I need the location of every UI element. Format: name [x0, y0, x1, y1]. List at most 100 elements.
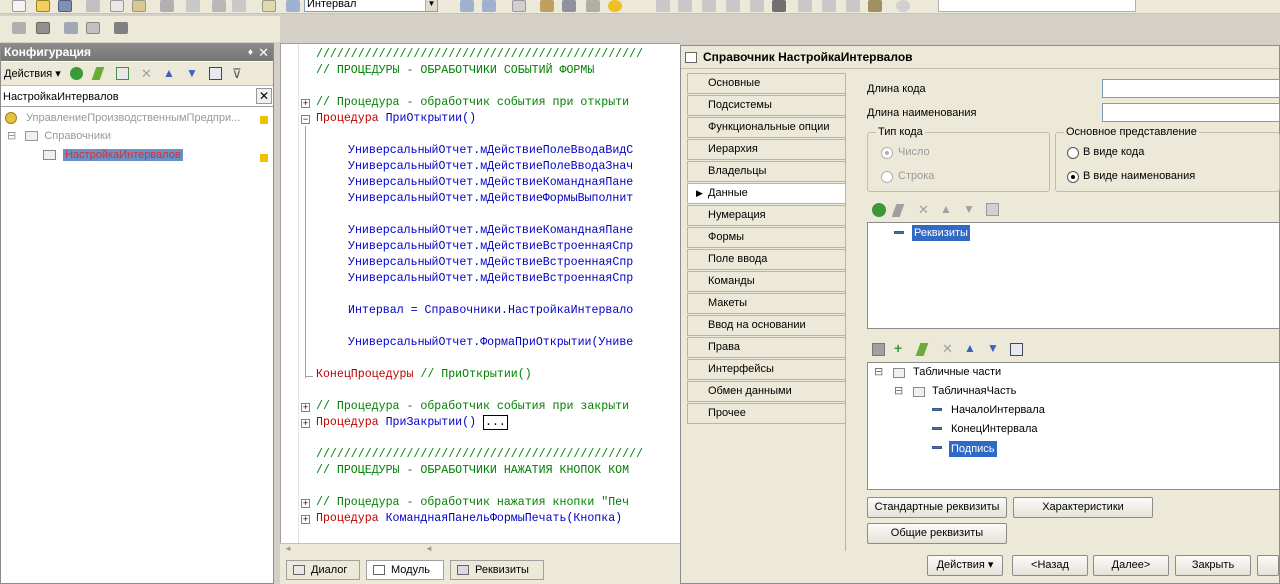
delete-tabular-icon[interactable]: ✕ — [942, 342, 955, 355]
tab-dialog[interactable]: Диалог — [286, 560, 360, 580]
tab-numbering[interactable]: Нумерация — [687, 205, 845, 226]
paste-icon[interactable] — [132, 0, 146, 12]
tabular-attr-label-selected[interactable]: Подпись — [949, 441, 997, 457]
code-editor[interactable]: ////////////////////////////////////////… — [280, 43, 680, 557]
find-icon[interactable] — [262, 0, 276, 12]
expand-icon[interactable]: + — [301, 499, 310, 508]
save-icon[interactable] — [58, 0, 72, 12]
tabular-attr-label[interactable]: НачалоИнтервала — [951, 404, 1045, 416]
edit-tabular-icon[interactable] — [915, 343, 929, 356]
code-length-input[interactable] — [1102, 79, 1280, 98]
tab-functional-options[interactable]: Функциональные опции — [687, 117, 845, 138]
collapse-braces-icon[interactable] — [726, 0, 740, 12]
expand-braces-icon[interactable] — [750, 0, 764, 12]
next-button[interactable]: Далее> — [1093, 555, 1169, 576]
expand-icon[interactable]: + — [301, 403, 310, 412]
storage-icon[interactable] — [186, 0, 200, 12]
scroll-thumb-icon[interactable]: ◄ — [425, 544, 433, 553]
search-next-icon[interactable] — [460, 0, 474, 12]
help-button[interactable] — [1257, 555, 1279, 576]
footer-actions-button[interactable]: Действия ▾ — [927, 555, 1003, 576]
info-icon[interactable] — [608, 0, 622, 12]
list-icon[interactable] — [209, 67, 222, 80]
attributes-list[interactable]: Реквизиты — [867, 222, 1280, 329]
back-button[interactable]: <Назад — [1012, 555, 1088, 576]
run-icon[interactable] — [114, 22, 128, 34]
help-search-input[interactable] — [938, 0, 1136, 12]
common-attributes-button[interactable]: Общие реквизиты — [867, 523, 1007, 544]
radio-as-code[interactable] — [1067, 147, 1079, 159]
tab-interfaces[interactable]: Интерфейсы — [687, 359, 845, 380]
close-icon[interactable]: ✕ — [258, 44, 269, 61]
config-compare-icon[interactable] — [36, 22, 50, 34]
add-tabular-icon[interactable]: + — [894, 341, 907, 355]
collapse-icon[interactable]: − — [301, 115, 310, 124]
edit-attribute-icon[interactable] — [891, 204, 905, 217]
undo-icon[interactable] — [212, 0, 226, 12]
tab-data[interactable]: ▶ Данные — [687, 183, 845, 204]
tab-data-exchange[interactable]: Обмен данными — [687, 381, 845, 402]
move-up-icon[interactable]: ▲ — [163, 67, 176, 80]
scroll-left-icon[interactable]: ◄ — [284, 544, 292, 553]
copy-item-icon[interactable] — [116, 67, 129, 80]
tab-subsystems[interactable]: Подсистемы — [687, 95, 845, 116]
config-open-icon[interactable] — [12, 22, 26, 34]
sort-icon[interactable] — [986, 203, 999, 216]
step-icon[interactable] — [772, 0, 786, 12]
expand-icon[interactable]: + — [301, 419, 310, 428]
tab-other[interactable]: Прочее — [687, 403, 845, 424]
tabular-root-label[interactable]: Табличные части — [913, 366, 1001, 378]
tabular-parts-tree[interactable]: ⊟ Табличные части ⊟ ТабличнаяЧасть Начал… — [867, 362, 1280, 490]
tab-input-field[interactable]: Поле ввода — [687, 249, 845, 270]
tab-forms[interactable]: Формы — [687, 227, 845, 248]
tools-icon[interactable] — [562, 0, 576, 12]
characteristics-button[interactable]: Характеристики — [1013, 497, 1153, 518]
open-icon[interactable] — [36, 0, 50, 12]
add-attribute-icon[interactable] — [872, 203, 886, 217]
wizard-icon[interactable] — [868, 0, 882, 12]
braces-icon[interactable] — [678, 0, 692, 12]
search-combobox[interactable]: Интервал ▼ — [304, 0, 438, 12]
attributes-root-label[interactable]: Реквизиты — [912, 225, 970, 241]
tabular-part-label[interactable]: ТабличнаяЧасть — [932, 385, 1016, 397]
settings-icon[interactable] — [586, 0, 600, 12]
pin-icon[interactable]: ♦ — [248, 44, 253, 61]
tab-basic[interactable]: Основные — [687, 73, 845, 94]
tree-root[interactable]: УправлениеПроизводственнымПредпри... — [5, 109, 240, 127]
table-icon[interactable] — [872, 343, 885, 356]
window-list-icon[interactable] — [798, 0, 812, 12]
actions-menu-button[interactable]: Действия ▾ — [4, 67, 61, 80]
collapse-icon[interactable]: ⊟ — [894, 384, 903, 397]
new-document-icon[interactable] — [12, 0, 26, 12]
insert-braces-icon[interactable] — [702, 0, 716, 12]
delete-attribute-icon[interactable]: ✕ — [918, 203, 931, 216]
standard-attributes-button[interactable]: Стандартные реквизиты — [867, 497, 1007, 518]
tab-commands[interactable]: Команды — [687, 271, 845, 292]
filter-input[interactable] — [3, 89, 253, 104]
move-down-icon[interactable]: ▼ — [987, 342, 1000, 355]
sort-tabular-icon[interactable] — [1010, 343, 1023, 356]
radio-number[interactable] — [881, 147, 893, 159]
database-icon[interactable] — [160, 0, 174, 12]
move-down-icon[interactable]: ▼ — [963, 203, 976, 216]
tab-hierarchy[interactable]: Иерархия — [687, 139, 845, 160]
tree-item-selected[interactable]: НастройкаИнтервалов — [43, 146, 183, 164]
add-icon[interactable] — [70, 67, 83, 80]
expand-icon[interactable]: + — [301, 99, 310, 108]
collapsed-block[interactable]: ... — [483, 415, 508, 430]
clear-filter-icon[interactable]: ✕ — [256, 88, 272, 104]
radio-as-name[interactable] — [1067, 171, 1079, 183]
tree-catalogs[interactable]: ⊟ Справочники — [7, 127, 111, 145]
name-length-input[interactable] — [1102, 103, 1280, 122]
window-icon[interactable] — [512, 0, 526, 12]
clock-icon[interactable] — [896, 0, 910, 12]
move-up-icon[interactable]: ▲ — [940, 203, 953, 216]
tile-icon[interactable] — [846, 0, 860, 12]
filter-icon[interactable]: ⊽ — [232, 67, 245, 80]
tab-owners[interactable]: Владельцы — [687, 161, 845, 182]
horizontal-scrollbar[interactable]: ◄ ◄ — [280, 543, 680, 557]
tab-rights[interactable]: Права — [687, 337, 845, 358]
delete-icon[interactable]: ✕ — [141, 67, 154, 80]
collapse-icon[interactable]: ⊟ — [7, 130, 16, 142]
tab-based-on[interactable]: Ввод на основании — [687, 315, 845, 336]
